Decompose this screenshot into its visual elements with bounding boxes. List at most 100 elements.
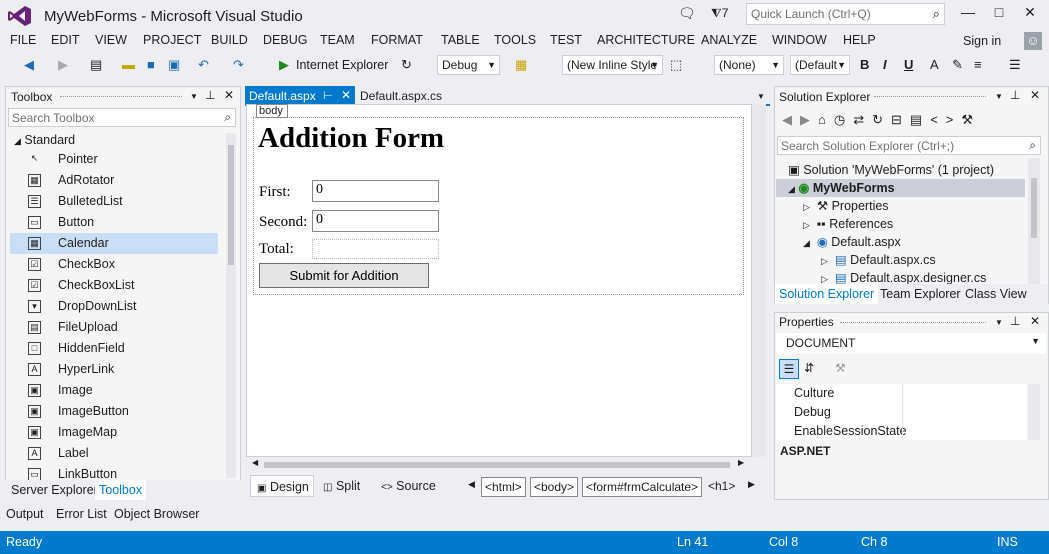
forward-icon[interactable]: ▶ xyxy=(58,56,68,74)
menu-file[interactable]: FILE xyxy=(10,33,36,47)
save-icon[interactable]: ■ xyxy=(147,56,155,74)
refresh-icon[interactable]: ↻ xyxy=(872,112,891,127)
second-input[interactable]: 0 xyxy=(312,210,439,232)
toolbox-item-button[interactable]: ▭ Button xyxy=(10,212,218,233)
close-panel-icon[interactable]: ✕ xyxy=(1030,88,1040,102)
notifications-flag[interactable]: ⧨7 xyxy=(711,6,728,21)
se-back-icon[interactable]: ◀ xyxy=(782,112,800,127)
menu-project[interactable]: PROJECT xyxy=(143,33,201,47)
toolbox-scrollbar[interactable] xyxy=(226,133,236,478)
props-scrollbar[interactable] xyxy=(1028,384,1040,440)
tab-default-aspx-cs[interactable]: Default.aspx.cs xyxy=(360,89,442,103)
toolbox-item-hyperlink[interactable]: A HyperLink xyxy=(10,359,218,380)
scroll-thumb[interactable] xyxy=(264,462,730,468)
tree-solution[interactable]: ▣ Solution 'MyWebForms' (1 project) xyxy=(788,161,994,179)
target-rule-dropdown[interactable]: (None) ▼ xyxy=(714,55,784,75)
tab-server-explorer[interactable]: Server Explorer xyxy=(11,483,98,497)
close-panel-icon[interactable]: ✕ xyxy=(1030,314,1040,328)
submit-button[interactable]: Submit for Addition xyxy=(259,263,429,288)
tree-default-aspx-cs[interactable]: ▷ ▤ Default.aspx.cs xyxy=(821,251,936,269)
page-heading[interactable]: Addition Form xyxy=(258,122,444,155)
home-icon[interactable]: ⌂ xyxy=(818,112,834,127)
toolbox-item-label[interactable]: A Label xyxy=(10,443,218,464)
tree-project[interactable]: ◢ ◉ MyWebForms xyxy=(776,179,1025,197)
start-debug-icon[interactable]: ▶ xyxy=(279,56,289,74)
tab-class-view[interactable]: Class View xyxy=(965,287,1027,301)
prop-debug[interactable]: Debug xyxy=(794,405,831,419)
show-all-files-icon[interactable]: ▤ xyxy=(910,112,930,127)
close-panel-icon[interactable]: ✕ xyxy=(224,88,234,102)
toolbox-item-imagebutton[interactable]: ▣ ImageButton xyxy=(10,401,218,422)
scroll-left-icon[interactable]: ◀ xyxy=(252,458,258,467)
tab-error-list[interactable]: Error List xyxy=(56,507,107,521)
prop-culture[interactable]: Culture xyxy=(794,386,834,400)
menu-help[interactable]: HELP xyxy=(843,33,876,47)
font-dropdown[interactable]: (Default ▼ xyxy=(790,55,850,75)
menu-debug[interactable]: DEBUG xyxy=(263,33,307,47)
prop-enable-session-state[interactable]: EnableSessionState xyxy=(794,424,907,438)
toolbox-item-adrotator[interactable]: ▦ AdRotator xyxy=(10,170,218,191)
open-folder-icon[interactable]: ▬ xyxy=(122,56,135,74)
view-code-icon[interactable]: <> xyxy=(930,112,961,127)
menu-build[interactable]: BUILD xyxy=(211,33,248,47)
underline-button[interactable]: U xyxy=(904,56,913,74)
user-avatar-icon[interactable]: ☺ xyxy=(1024,32,1042,50)
align-icon[interactable]: ≡ xyxy=(974,56,982,74)
solution-search-input[interactable]: Search Solution Explorer (Ctrl+;) ⌕ xyxy=(777,136,1041,155)
designer-hscroll[interactable]: ◀ ▶ xyxy=(250,458,746,472)
breadcrumb-body[interactable]: <body> xyxy=(530,477,579,497)
toolbox-item-image[interactable]: ▣ Image xyxy=(10,380,218,401)
toolbox-group-standard[interactable]: ◢ Standard xyxy=(14,133,75,147)
menu-analyze[interactable]: ANALYZE xyxy=(701,33,757,47)
panel-dropdown-icon[interactable]: ▼ xyxy=(995,92,1003,101)
object-selector[interactable]: DOCUMENT ▼ xyxy=(776,333,1046,354)
menu-window[interactable]: WINDOW xyxy=(772,33,827,47)
breadcrumb-left-icon[interactable]: ◀ xyxy=(468,479,475,490)
designer-vscroll[interactable] xyxy=(752,104,766,457)
close-tab-icon[interactable]: ✕ xyxy=(341,88,351,102)
scroll-thumb[interactable] xyxy=(228,145,234,265)
toolbox-item-pointer[interactable]: ↖ Pointer xyxy=(10,149,218,170)
menu-edit[interactable]: EDIT xyxy=(51,33,79,47)
se-scrollbar[interactable] xyxy=(1028,158,1040,284)
sync-icon[interactable]: ⇄ xyxy=(853,112,872,127)
tab-overflow-icon[interactable]: ▼ xyxy=(757,92,765,101)
pin-icon[interactable]: ⊥ xyxy=(205,88,215,102)
alphabetical-icon[interactable]: ⇵ xyxy=(804,361,814,375)
design-view-button[interactable]: ▣ Design xyxy=(250,475,314,497)
toolbox-item-imagemap[interactable]: ▣ ImageMap xyxy=(10,422,218,443)
tree-references[interactable]: ▷ ▪▪ References xyxy=(803,215,893,233)
browser-target[interactable]: Internet Explorer xyxy=(296,56,388,74)
breadcrumb-right-icon[interactable]: ▶ xyxy=(748,479,755,490)
split-view-button[interactable]: ◫ Split xyxy=(323,475,360,497)
back-icon[interactable]: ◀ xyxy=(24,56,34,74)
source-view-button[interactable]: <> Source xyxy=(381,475,436,497)
toolbox-search-input[interactable]: Search Toolbox ⌕ xyxy=(8,108,236,127)
font-color-icon[interactable]: A xyxy=(930,56,939,74)
body-tag-label[interactable]: body xyxy=(256,104,288,118)
property-pages-icon[interactable]: ⚒ xyxy=(835,361,846,375)
menu-team[interactable]: TEAM xyxy=(320,33,355,47)
menu-architecture[interactable]: ARCHITECTURE xyxy=(597,33,695,47)
breadcrumb-h1[interactable]: <h1> xyxy=(705,477,738,497)
bold-button[interactable]: B xyxy=(860,56,869,74)
breadcrumb-html[interactable]: <html> xyxy=(481,477,526,497)
tab-output[interactable]: Output xyxy=(6,507,44,521)
toolbox-item-dropdownlist[interactable]: ▾ DropDownList xyxy=(10,296,218,317)
breadcrumb-form[interactable]: <form#frmCalculate> xyxy=(582,477,703,497)
redo-icon[interactable]: ↷ xyxy=(233,56,244,74)
scroll-right-icon[interactable]: ▶ xyxy=(738,458,744,467)
sign-in-link[interactable]: Sign in xyxy=(963,34,1001,48)
highlight-icon[interactable]: ✎ xyxy=(952,56,963,74)
toolbox-item-hiddenfield[interactable]: □ HiddenField xyxy=(10,338,218,359)
new-project-icon[interactable]: ▤ xyxy=(90,56,102,74)
menu-table[interactable]: TABLE xyxy=(441,33,480,47)
save-all-icon[interactable]: ▣ xyxy=(168,56,180,74)
find-icon[interactable]: ▦ xyxy=(515,56,527,74)
panel-dropdown-icon[interactable]: ▼ xyxy=(190,92,198,101)
menu-test[interactable]: TEST xyxy=(550,33,582,47)
toolbox-item-calendar[interactable]: ▦ Calendar xyxy=(10,233,218,254)
italic-button[interactable]: I xyxy=(883,56,887,74)
first-input[interactable]: 0 xyxy=(312,180,439,202)
feedback-icon[interactable]: 🗨 xyxy=(678,5,696,22)
